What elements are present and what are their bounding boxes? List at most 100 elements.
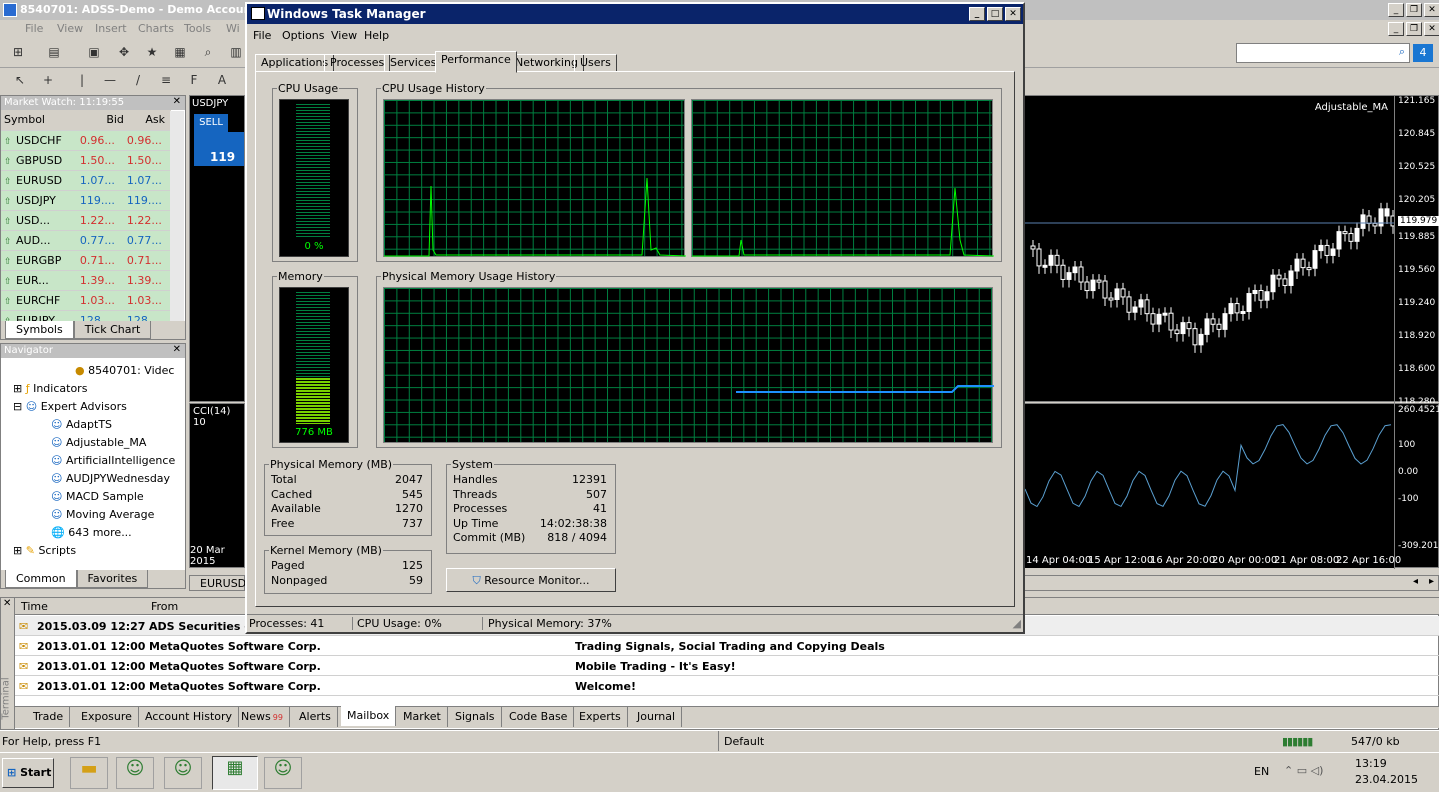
collapse-icon[interactable]: ⊟ xyxy=(13,400,22,413)
tab-common[interactable]: Common xyxy=(5,570,77,588)
nav-expert-advisors[interactable]: ⊟ ☺ Expert Advisors xyxy=(13,400,127,413)
sell-button[interactable]: SELL xyxy=(194,114,228,132)
text-tool-icon[interactable]: A xyxy=(212,72,232,90)
chart-left-fragment[interactable]: USDJPY SELL 119 xyxy=(189,95,245,402)
terminal-tab[interactable]: Exposure xyxy=(75,707,139,727)
zoom-icon[interactable]: ⌕ xyxy=(198,44,218,62)
tab-performance[interactable]: Performance xyxy=(435,51,517,73)
taskmgr-menu-view[interactable]: View xyxy=(331,29,357,42)
nav-indicators[interactable]: ⊞ ƒ Indicators xyxy=(13,382,87,395)
menu-view[interactable]: View xyxy=(57,22,83,35)
tab-networking[interactable]: Networking xyxy=(509,54,584,72)
terminal-close-icon[interactable]: ✕ xyxy=(3,598,11,609)
taskmgr-close-button[interactable]: ✕ xyxy=(1005,7,1021,21)
vertical-line-icon[interactable]: | xyxy=(72,72,92,90)
expand-icon[interactable]: ⊞ xyxy=(13,382,22,395)
chart-tab-eurusd[interactable]: EURUSD, xyxy=(189,575,250,591)
terminal-tab[interactable]: News 99 xyxy=(235,707,290,727)
crosshair-icon[interactable]: ✥ xyxy=(114,44,134,62)
market-watch-row[interactable]: ⇧ EURCHF 1.03... 1.03... xyxy=(1,290,171,311)
terminal-tab[interactable]: Code Base xyxy=(503,707,575,727)
market-watch-row[interactable]: ⇧ USDJPY 119.... 119.... xyxy=(1,190,171,211)
nav-expert-item[interactable]: ☺ Moving Average xyxy=(51,508,154,521)
search-icon[interactable]: ⌕ xyxy=(1399,45,1405,59)
market-watch-row[interactable]: ⇧ USDCHF 0.96... 0.96... xyxy=(1,130,171,151)
market-watch-close-icon[interactable]: ✕ xyxy=(173,96,181,107)
mailbox-row[interactable]: ✉ 2013.01.01 12:00 MetaQuotes Software C… xyxy=(15,636,1439,656)
tab-services[interactable]: Services xyxy=(384,54,443,72)
column-header-from[interactable]: From xyxy=(151,600,178,613)
search-input[interactable]: ⌕ xyxy=(1236,43,1410,63)
profiles-icon[interactable]: ▤ xyxy=(44,44,64,62)
column-header-ask[interactable]: Ask xyxy=(123,110,171,131)
tab-users[interactable]: Users xyxy=(574,54,617,72)
tab-processes[interactable]: Processes xyxy=(324,54,391,72)
terminal-tab[interactable]: Signals xyxy=(449,707,502,727)
terminal-tab[interactable]: Alerts xyxy=(293,707,338,727)
market-watch-row[interactable]: ⇧ EURGBP 0.71... 0.71... xyxy=(1,250,171,271)
clock-time[interactable]: 13:19 xyxy=(1355,757,1387,770)
menu-tools[interactable]: Tools xyxy=(184,22,211,35)
mdi-restore-button[interactable]: ❐ xyxy=(1406,22,1422,36)
taskmgr-minimize-button[interactable]: _ xyxy=(969,7,985,21)
market-watch-row[interactable]: ⇧ EUR... 1.39... 1.39... xyxy=(1,270,171,291)
taskmgr-menu-help[interactable]: Help xyxy=(364,29,389,42)
tab-applications[interactable]: Applications xyxy=(255,54,335,72)
window-icon[interactable]: ▥ xyxy=(226,44,246,62)
new-chart-icon[interactable]: ⊞ xyxy=(8,44,28,62)
tab-favorites[interactable]: Favorites xyxy=(76,570,149,588)
mailbox-row[interactable]: ✉ 2013.01.01 12:00 MetaQuotes Software C… xyxy=(15,676,1439,696)
nav-account[interactable]: ● 8540701: Videc xyxy=(75,364,174,377)
start-button[interactable]: ⊞ Start xyxy=(2,758,54,788)
column-header-time[interactable]: Time xyxy=(21,600,48,613)
market-watch-row[interactable]: ⇧ GBPUSD 1.50... 1.50... xyxy=(1,150,171,171)
horizontal-line-icon[interactable]: — xyxy=(100,72,120,90)
market-watch-scrollbar[interactable] xyxy=(170,111,184,321)
pointer-tool-icon[interactable]: ↖ xyxy=(10,72,30,90)
nav-expert-item[interactable]: 🌐 643 more... xyxy=(51,526,132,539)
mdi-minimize-button[interactable]: _ xyxy=(1388,22,1404,36)
app-taskbar-icon-3[interactable]: ☺ xyxy=(264,757,302,789)
chart-scrollbar[interactable]: ◂ ▸ xyxy=(1024,575,1439,591)
fibo-icon[interactable]: F xyxy=(184,72,204,90)
terminal-tab[interactable]: Account History xyxy=(139,707,240,727)
tray-icons[interactable]: ⌃ ▭ ◁) xyxy=(1284,764,1323,777)
app-taskbar-icon-2[interactable]: ☺ xyxy=(164,757,202,789)
nav-expert-item[interactable]: ☺ AUDJPYWednesday xyxy=(51,472,170,485)
column-header-symbol[interactable]: Symbol xyxy=(1,110,77,131)
cci-chart[interactable]: 260.4521 100 0.00 -100 -309.2013 xyxy=(1024,403,1439,569)
sell-price[interactable]: 119 xyxy=(194,132,244,166)
nav-scripts[interactable]: ⊞ ✎ Scripts xyxy=(13,544,76,557)
tab-tick-chart[interactable]: Tick Chart xyxy=(73,321,152,339)
taskmgr-taskbar-icon[interactable]: ▦ xyxy=(212,756,258,790)
taskmgr-menu-file[interactable]: File xyxy=(253,29,271,42)
terminal-tab[interactable]: Experts xyxy=(573,707,628,727)
trendline-icon[interactable]: / xyxy=(128,72,148,90)
nav-expert-item[interactable]: ☺ MACD Sample xyxy=(51,490,144,503)
market-watch-icon[interactable]: ▣ xyxy=(84,44,104,62)
explorer-taskbar-icon[interactable]: ▬ xyxy=(70,757,108,789)
channel-icon[interactable]: ≡ xyxy=(156,72,176,90)
resource-monitor-button[interactable]: ⛉ Resource Monitor... xyxy=(446,568,616,592)
mdi-close-button[interactable]: ✕ xyxy=(1424,22,1439,36)
nav-expert-item[interactable]: ☺ ArtificialIntelligence xyxy=(51,454,175,467)
favorites-icon[interactable]: ★ xyxy=(142,44,162,62)
scroll-left-icon[interactable]: ◂ xyxy=(1413,576,1418,587)
menu-window[interactable]: Wi xyxy=(226,22,240,35)
scroll-right-icon[interactable]: ▸ xyxy=(1429,576,1434,587)
market-watch-row[interactable]: ⇧ AUD... 0.77... 0.77... xyxy=(1,230,171,251)
notification-badge[interactable]: 4 xyxy=(1413,44,1433,62)
clock-date[interactable]: 23.04.2015 xyxy=(1355,773,1418,786)
terminal-tab[interactable]: Trade xyxy=(27,707,71,727)
price-chart[interactable]: Adjustable_MA 121.165 120.845 120.525 120.2… xyxy=(1024,95,1439,407)
language-indicator[interactable]: EN xyxy=(1254,765,1269,778)
taskmgr-menu-options[interactable]: Options xyxy=(282,29,324,42)
minimize-button[interactable]: _ xyxy=(1388,3,1404,17)
close-button[interactable]: ✕ xyxy=(1424,3,1439,17)
terminal-tab[interactable]: Journal xyxy=(631,707,683,727)
taskmgr-maximize-button[interactable]: □ xyxy=(987,7,1003,21)
terminal-tab[interactable]: Market xyxy=(397,707,448,727)
tab-symbols[interactable]: Symbols xyxy=(5,321,74,339)
menu-insert[interactable]: Insert xyxy=(95,22,127,35)
menu-charts[interactable]: Charts xyxy=(138,22,174,35)
